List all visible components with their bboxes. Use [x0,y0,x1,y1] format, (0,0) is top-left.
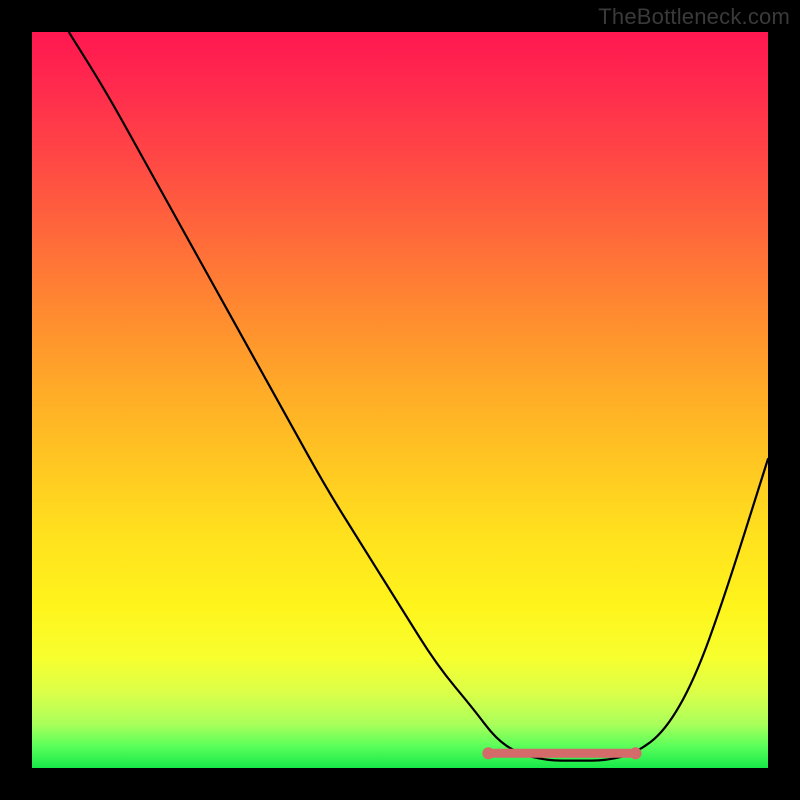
attribution-label: TheBottleneck.com [598,4,790,30]
plot-area [32,32,768,768]
optimal-range-end-dot [630,747,642,759]
plot-svg [32,32,768,768]
chart-frame: TheBottleneck.com [0,0,800,800]
bottleneck-curve [69,32,768,761]
optimal-range-start-dot [482,747,494,759]
